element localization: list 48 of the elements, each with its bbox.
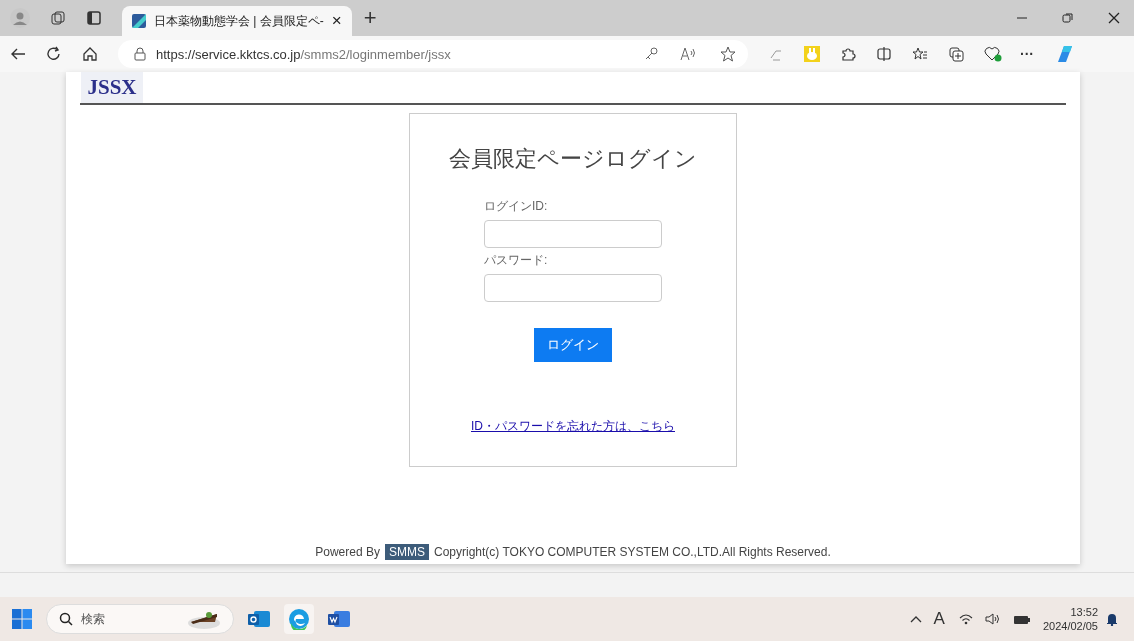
field-label: ログインID: xyxy=(484,198,549,215)
speaker-icon[interactable] xyxy=(984,613,1001,625)
input-field[interactable] xyxy=(484,220,662,248)
word-icon[interactable] xyxy=(328,609,350,629)
outlook-icon[interactable] xyxy=(248,609,270,629)
close-tab-button[interactable]: × xyxy=(331,11,342,31)
powered-by-text: Powered By xyxy=(315,545,380,559)
extensions-puzzle-icon[interactable] xyxy=(840,46,856,62)
edge-icon[interactable] xyxy=(284,604,314,634)
address-bar[interactable]: https://service.kktcs.co.jp/smms2/loginmember/jssx xyxy=(118,40,748,68)
key-icon[interactable] xyxy=(644,47,658,61)
login-button[interactable]: ログイン xyxy=(534,328,612,362)
input-field[interactable] xyxy=(484,274,662,302)
url-text: https://service.kktcs.co.jp/smms2/loginmember/jssx xyxy=(156,46,451,62)
home-icon[interactable] xyxy=(82,46,98,62)
health-icon[interactable] xyxy=(984,46,1002,62)
taskbar-search-field[interactable]: 検索 xyxy=(46,604,234,634)
input-mode-indicator[interactable]: A xyxy=(933,609,945,629)
favorites-icon[interactable] xyxy=(912,46,928,62)
clock-date[interactable]: 2024/02/05 xyxy=(1042,619,1098,633)
back-icon[interactable] xyxy=(10,46,26,62)
lock-icon xyxy=(134,47,146,61)
refresh-icon[interactable] xyxy=(46,46,62,62)
more-menu-button[interactable]: ··· xyxy=(1020,46,1034,62)
login-heading: 会員限定ページログイン xyxy=(449,145,697,173)
field-label: パスワード: xyxy=(484,252,549,269)
wifi-icon[interactable] xyxy=(958,613,973,625)
tab-actions-icon[interactable] xyxy=(86,10,102,26)
site-icon xyxy=(132,14,146,28)
browser-tab[interactable]: 日本薬物動態学会 | 会員限定ペ- × xyxy=(122,6,352,36)
favorite-star-icon[interactable] xyxy=(720,46,736,62)
new-tab-button[interactable]: + xyxy=(359,5,381,31)
search-icon xyxy=(59,612,73,626)
copyright-text: Copyright(c) TOKYO COMPUTER SYSTEM CO.,LTD.All Rights Reserved. xyxy=(433,545,831,559)
close-icon[interactable] xyxy=(1108,12,1120,24)
battery-icon[interactable] xyxy=(1012,613,1031,625)
restore-icon[interactable] xyxy=(1062,12,1074,24)
workspaces-icon[interactable] xyxy=(50,10,66,26)
smms-badge: SMMS xyxy=(384,544,429,560)
start-icon[interactable] xyxy=(12,609,32,629)
collections-icon[interactable] xyxy=(948,46,964,62)
forgot-password-link[interactable]: ID・パスワードを忘れた方は、こちら xyxy=(471,418,675,435)
split-screen-icon[interactable] xyxy=(876,46,892,62)
site-logo: JSSX xyxy=(81,72,143,103)
chevron-up-icon[interactable] xyxy=(909,615,922,623)
clock-time[interactable]: 13:52 xyxy=(1070,605,1098,619)
notification-bell-icon[interactable] xyxy=(1106,612,1118,626)
read-aloud-icon[interactable] xyxy=(680,47,698,61)
